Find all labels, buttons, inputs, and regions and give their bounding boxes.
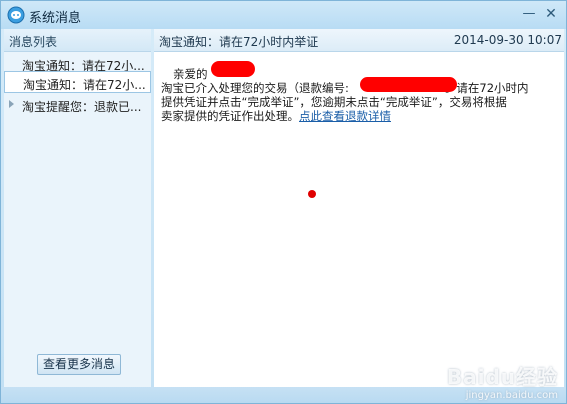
- baidu-watermark: Baidu经验 jingyan.baidu.com: [447, 361, 558, 401]
- message-list-header: 消息列表: [4, 29, 151, 52]
- message-line-4: 卖家提供的凭证作出处理。点此查看退款详情: [161, 109, 391, 123]
- message-header: 淘宝通知：请在72小时内举证 2014-09-30 10:07: [154, 29, 564, 52]
- message-greeting-line: 亲爱的: [173, 67, 208, 81]
- message-detail-panel: 淘宝通知：请在72小时内举证 2014-09-30 10:07 亲爱的 淘宝已介…: [154, 29, 564, 387]
- chat-bubble-icon: [7, 6, 25, 24]
- watermark-subtext: jingyan.baidu.com: [465, 390, 558, 401]
- message-subject: 淘宝通知：请在72小时内举证: [159, 35, 319, 49]
- message-list-title: 消息列表: [9, 35, 58, 49]
- message-line-2: 淘宝已介入处理您的交易（退款编号: 。请在72小时内: [161, 81, 529, 95]
- expand-arrow-icon[interactable]: [9, 100, 14, 108]
- minimize-icon: —: [522, 6, 536, 21]
- message-list-item-label: 淘宝通知：请在72小...: [23, 78, 146, 92]
- close-icon: ✕: [545, 6, 557, 22]
- message-list-item[interactable]: 淘宝提醒您：退款已...: [4, 94, 151, 116]
- message-line-2-end: 。请在72小时内: [444, 81, 529, 95]
- message-list-panel: 消息列表 淘宝通知：请在72小... 淘宝通知：请在72小... 淘宝提醒您：退…: [4, 29, 151, 387]
- message-line-4-text: 卖家提供的凭证作出处理。: [161, 109, 299, 123]
- message-window: 系统消息 — ✕ 消息列表 淘宝通知：请在72小... 淘宝通知：请在72小..…: [0, 0, 567, 404]
- message-list-item-selected[interactable]: 淘宝通知：请在72小...: [4, 71, 151, 93]
- redaction-mark: [211, 61, 255, 77]
- annotation-dot: [308, 190, 316, 198]
- message-greeting: 亲爱的: [173, 67, 208, 81]
- close-button[interactable]: ✕: [542, 5, 560, 23]
- message-line-2-start: 淘宝已介入处理您的交易（退款编号:: [161, 81, 349, 95]
- view-more-messages-button[interactable]: 查看更多消息: [37, 354, 121, 375]
- message-date: 2014-09-30 10:07: [453, 33, 562, 47]
- window-title: 系统消息: [29, 11, 82, 26]
- message-list-item-label: 淘宝提醒您：退款已...: [22, 100, 142, 114]
- refund-details-link[interactable]: 点此查看退款详情: [299, 109, 391, 123]
- minimize-button[interactable]: —: [520, 5, 538, 23]
- message-line-3: 提供凭证并点击“完成举证”，您逾期未点击“完成举证”，交易将根据: [161, 95, 507, 109]
- title-bar[interactable]: 系统消息 — ✕: [1, 1, 566, 29]
- redaction-mark: [360, 77, 457, 92]
- watermark-text: Baidu经验: [446, 365, 558, 389]
